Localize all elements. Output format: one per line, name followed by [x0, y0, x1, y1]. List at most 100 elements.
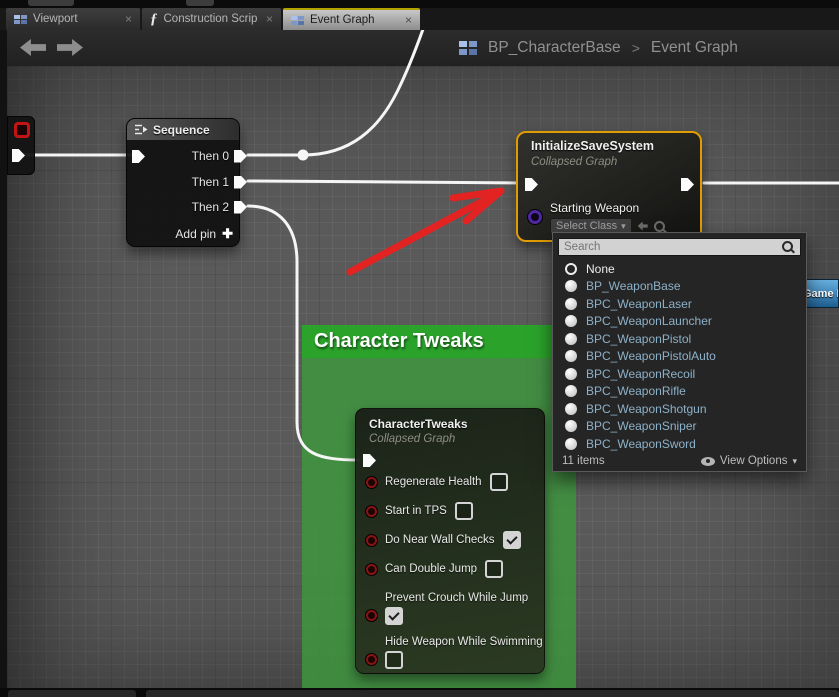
radio-icon — [565, 333, 577, 345]
checkbox[interactable] — [455, 502, 473, 520]
class-item-label: BPC_WeaponLauncher — [586, 314, 712, 328]
node-subtitle: Collapsed Graph — [369, 433, 455, 445]
bool-input-pin[interactable] — [366, 610, 377, 621]
option-label: Start in TPS — [385, 505, 447, 517]
bool-input-pin[interactable] — [366, 506, 377, 517]
class-item[interactable]: BPC_WeaponSniper — [553, 418, 806, 436]
tab-label: Construction Scrip — [164, 13, 258, 25]
window-top-strip — [0, 0, 839, 8]
search-box — [558, 237, 801, 255]
pin-row-then1: Then 1 — [192, 175, 247, 189]
radio-icon — [565, 280, 577, 292]
class-item[interactable]: BPC_WeaponShotgun — [553, 400, 806, 418]
class-item[interactable]: BPC_WeaponRifle — [553, 383, 806, 401]
blueprint-editor-window: Viewport × ƒ Construction Scrip × Event … — [0, 0, 839, 697]
top-strip-segment — [186, 0, 214, 6]
view-options-label: View Options — [720, 455, 788, 467]
bool-input-pin[interactable] — [366, 477, 377, 488]
option-row: Hide Weapon While Swimming — [366, 636, 538, 669]
exec-output-pin[interactable] — [12, 149, 25, 162]
tab-viewport[interactable]: Viewport × — [6, 8, 140, 30]
plus-icon: ✚ — [222, 226, 233, 242]
top-strip-segment — [28, 0, 74, 6]
tab-label: Event Graph — [310, 14, 375, 26]
character-tweaks-node[interactable]: CharacterTweaks Collapsed Graph Regenera… — [355, 408, 545, 674]
radio-icon — [565, 263, 577, 275]
close-icon[interactable]: × — [125, 13, 132, 25]
class-item[interactable]: BPC_WeaponSword — [553, 435, 806, 453]
pin-row-then2: Then 2 — [192, 200, 247, 214]
eye-icon — [701, 457, 715, 466]
pin-label: Then 2 — [192, 200, 229, 214]
class-item[interactable]: BPC_WeaponLaser — [553, 295, 806, 313]
add-pin-button[interactable]: Add pin ✚ — [175, 226, 233, 242]
class-item[interactable]: BPC_WeaponRecoil — [553, 365, 806, 383]
class-list: None BP_WeaponBase BPC_WeaponLaser BPC_W… — [553, 260, 806, 453]
class-item[interactable]: BPC_WeaponPistol — [553, 330, 806, 348]
checkbox[interactable] — [503, 531, 521, 549]
event-node-clipped[interactable] — [7, 116, 35, 175]
checkbox[interactable] — [490, 473, 508, 491]
class-picker-dropdown: None BP_WeaponBase BPC_WeaponLaser BPC_W… — [552, 232, 807, 472]
chevron-down-icon: ▾ — [621, 221, 626, 232]
forward-arrow-icon[interactable] — [57, 39, 83, 56]
option-label: Do Near Wall Checks — [385, 534, 495, 546]
bool-input-pin[interactable] — [366, 535, 377, 546]
tab-event-graph[interactable]: Event Graph × — [283, 8, 420, 30]
radio-icon — [565, 315, 577, 327]
class-input-pin[interactable] — [528, 210, 542, 224]
exec-output-pin[interactable] — [681, 178, 694, 191]
checkbox[interactable] — [385, 651, 403, 669]
exec-output-pin[interactable] — [234, 201, 247, 214]
tab-construction-script[interactable]: ƒ Construction Scrip × — [142, 8, 281, 30]
function-icon: ƒ — [150, 12, 158, 27]
pin-label: Then 1 — [192, 175, 229, 189]
bool-input-pin[interactable] — [366, 564, 377, 575]
sequence-node-title: Sequence — [153, 123, 210, 137]
breadcrumb-separator: > — [632, 40, 640, 56]
pin-label: Then 0 — [192, 149, 229, 163]
bool-input-pin[interactable] — [366, 654, 377, 665]
bottom-panel-edge — [146, 690, 839, 697]
node-title: CharacterTweaks — [369, 417, 468, 431]
exec-input-pin[interactable] — [525, 178, 538, 191]
exec-input-pin[interactable] — [132, 150, 145, 163]
class-item[interactable]: BPC_WeaponPistolAuto — [553, 348, 806, 366]
class-item-label: BPC_WeaponLaser — [586, 297, 692, 311]
exec-output-pin[interactable] — [234, 176, 247, 189]
comment-header[interactable]: Character Tweaks — [302, 325, 576, 358]
node-title: InitializeSaveSystem — [531, 139, 654, 153]
option-row: Regenerate Health — [366, 473, 538, 491]
bottom-panel-edge — [8, 690, 136, 697]
search-icon — [782, 241, 793, 252]
comment-title: Character Tweaks — [302, 330, 484, 353]
class-item-label: BPC_WeaponShotgun — [586, 402, 707, 416]
search-input[interactable] — [558, 238, 801, 256]
param-label: Starting Weapon — [550, 201, 639, 215]
checkbox[interactable] — [485, 560, 503, 578]
class-item-none[interactable]: None — [553, 260, 806, 278]
back-arrow-icon[interactable] — [20, 39, 46, 56]
sequence-node[interactable]: Sequence Then 0 Then 1 Then 2 Add pin ✚ — [126, 118, 240, 247]
option-row: Can Double Jump — [366, 560, 538, 578]
sequence-node-header[interactable]: Sequence — [127, 119, 239, 140]
exec-output-pin[interactable] — [234, 150, 247, 163]
view-options-button[interactable]: View Options ▾ — [701, 455, 797, 467]
class-item-label: None — [586, 262, 615, 276]
close-icon[interactable]: × — [405, 14, 412, 26]
breadcrumb-root[interactable]: BP_CharacterBase — [488, 39, 621, 57]
class-item[interactable]: BPC_WeaponLauncher — [553, 313, 806, 331]
radio-icon — [565, 420, 577, 432]
breadcrumb: BP_CharacterBase > Event Graph — [459, 30, 738, 66]
use-asset-arrow-icon[interactable] — [638, 222, 648, 231]
exec-input-pin[interactable] — [363, 454, 376, 467]
close-icon[interactable]: × — [266, 13, 273, 25]
option-label: Regenerate Health — [385, 476, 482, 488]
browse-icon[interactable] — [654, 221, 665, 232]
checkbox[interactable] — [385, 607, 403, 625]
class-item-label: BPC_WeaponSniper — [586, 419, 697, 433]
class-item[interactable]: BP_WeaponBase — [553, 278, 806, 296]
initialize-save-system-node[interactable]: InitializeSaveSystem Collapsed Graph Sta… — [516, 131, 702, 242]
item-count: 11 items — [562, 455, 605, 467]
radio-icon — [565, 350, 577, 362]
